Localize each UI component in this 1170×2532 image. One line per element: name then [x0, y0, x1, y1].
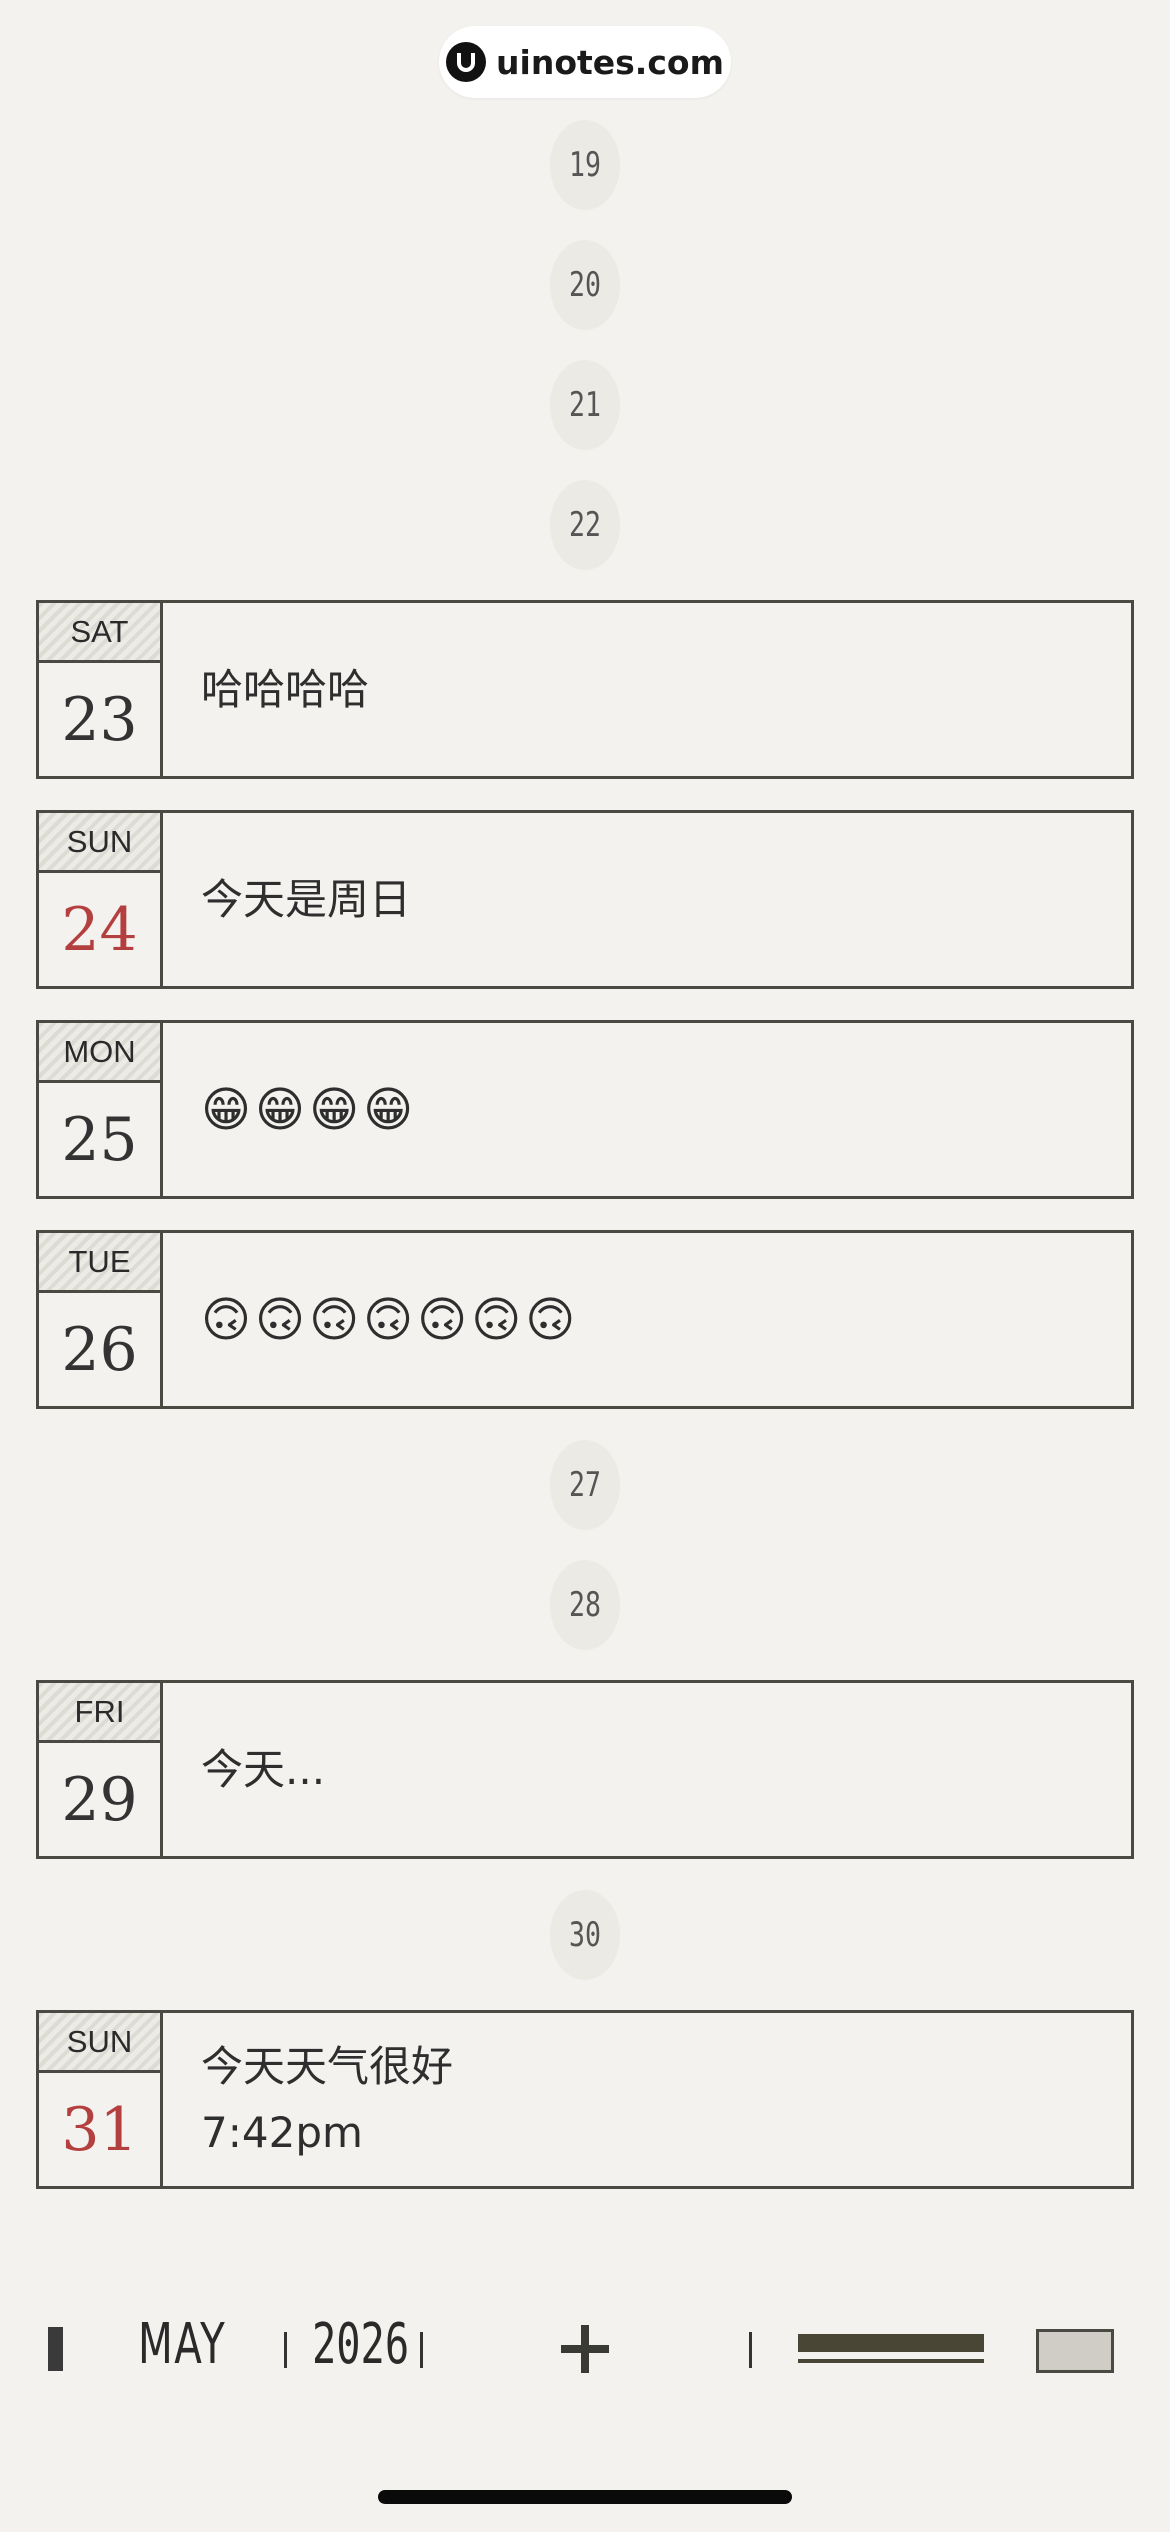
brand-logo-icon [446, 42, 487, 82]
empty-day-28[interactable]: 28 [549, 1560, 621, 1650]
grid-view-icon[interactable] [1036, 2329, 1114, 2373]
day-number: 25 [39, 1083, 163, 1196]
entry-card-25[interactable]: MON 25 😁😁😁😁 [36, 1020, 1134, 1199]
brand-text: uinotes.com [496, 42, 724, 82]
entry-line: 🙃🙃🙃🙃🙃🙃🙃 [201, 1291, 580, 1348]
list-view-line [798, 2359, 984, 2363]
bottom-toolbar: MAY 2026 [0, 2300, 1170, 2400]
back-bar-icon[interactable] [48, 2327, 63, 2371]
entry-card-29[interactable]: FRI 29 今天... [36, 1680, 1134, 1859]
entry-line: 今天是周日 [201, 874, 412, 924]
entry-card-31[interactable]: SUN 31 今天天气很好 7:42pm [36, 2010, 1134, 2189]
entry-line: 哈哈哈哈 [201, 664, 370, 714]
entry-text: 今天是周日 [201, 813, 1111, 986]
day-of-week: MON [39, 1023, 163, 1083]
empty-day-19[interactable]: 19 [549, 120, 621, 210]
day-of-week: SUN [39, 2013, 163, 2073]
day-number: 31 [39, 2073, 163, 2186]
separator [420, 2332, 423, 2368]
day-number: 29 [39, 1743, 163, 1856]
entry-line: 今天天气很好 [201, 2041, 454, 2091]
entry-line: 😁😁😁😁 [201, 1081, 418, 1138]
entry-text: 今天... [201, 1683, 1111, 1856]
list-view-icon[interactable] [798, 2334, 984, 2366]
journal-screen: uinotes.com 19 20 21 22 SAT 23 哈哈哈哈 SUN … [0, 0, 1170, 2532]
year-selector[interactable]: 2026 [312, 2312, 409, 2382]
list-view-bar [798, 2334, 984, 2352]
entry-text: 🙃🙃🙃🙃🙃🙃🙃 [201, 1233, 1111, 1406]
empty-day-30[interactable]: 30 [549, 1890, 621, 1980]
add-icon[interactable] [560, 2324, 610, 2374]
empty-day-22[interactable]: 22 [549, 480, 621, 570]
day-of-week: SUN [39, 813, 163, 873]
entry-card-24[interactable]: SUN 24 今天是周日 [36, 810, 1134, 989]
day-number: 23 [39, 663, 163, 776]
brand-watermark: uinotes.com [439, 26, 731, 98]
entry-card-26[interactable]: TUE 26 🙃🙃🙃🙃🙃🙃🙃 [36, 1230, 1134, 1409]
month-selector[interactable]: MAY [138, 2312, 226, 2382]
empty-day-21[interactable]: 21 [549, 360, 621, 450]
home-indicator[interactable] [378, 2490, 792, 2504]
entry-time: 7:42pm [201, 2107, 363, 2157]
entry-card-23[interactable]: SAT 23 哈哈哈哈 [36, 600, 1134, 779]
separator [284, 2332, 287, 2368]
entry-text: 哈哈哈哈 [201, 603, 1111, 776]
day-number: 26 [39, 1293, 163, 1406]
empty-day-20[interactable]: 20 [549, 240, 621, 330]
day-of-week: TUE [39, 1233, 163, 1293]
day-of-week: FRI [39, 1683, 163, 1743]
entry-text: 😁😁😁😁 [201, 1023, 1111, 1196]
separator [749, 2332, 752, 2368]
entry-text: 今天天气很好 7:42pm [201, 2013, 1111, 2186]
day-of-week: SAT [39, 603, 163, 663]
day-number: 24 [39, 873, 163, 986]
empty-day-27[interactable]: 27 [549, 1440, 621, 1530]
entry-line: 今天... [201, 1744, 326, 1794]
